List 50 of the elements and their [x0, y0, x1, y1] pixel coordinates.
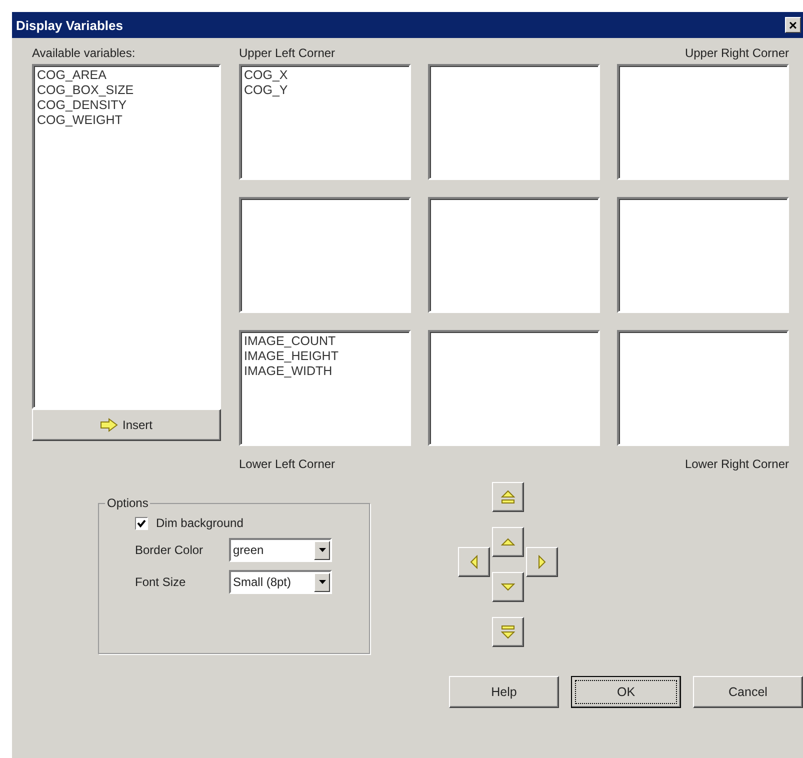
- border-color-label: Border Color: [135, 543, 204, 557]
- list-item[interactable]: COG_BOX_SIZE: [37, 83, 216, 98]
- corner-list[interactable]: [617, 64, 789, 180]
- list-item[interactable]: COG_WEIGHT: [37, 113, 216, 128]
- right-arrow-icon: [538, 555, 546, 569]
- list-item[interactable]: IMAGE_COUNT: [244, 334, 406, 349]
- font-size-dropdown[interactable]: Small (8pt): [229, 570, 332, 594]
- move-left-button[interactable]: [458, 547, 490, 577]
- left-arrow-icon: [470, 555, 478, 569]
- corner-label: Lower Right Corner: [684, 456, 789, 470]
- window-title: Display Variables: [16, 18, 123, 32]
- double-down-arrow-icon: [501, 625, 515, 639]
- corner-label: Lower Left Corner: [239, 456, 336, 470]
- corner-list[interactable]: COG_X COG_Y: [239, 64, 411, 180]
- dialog-button[interactable]: Cancel: [693, 676, 803, 708]
- insert-button[interactable]: Insert: [32, 409, 221, 441]
- list-item[interactable]: IMAGE_HEIGHT: [244, 349, 406, 364]
- variables-list[interactable]: COG_AREA COG_BOX_SIZE COG_DENSITY COG_WEIGHT: [32, 64, 221, 409]
- dialog-button[interactable]: OK: [571, 676, 681, 708]
- corner-list[interactable]: [428, 197, 600, 313]
- double-up-arrow-icon: [501, 490, 515, 504]
- corner-label: Upper Left Corner: [239, 45, 336, 62]
- down-arrow-icon: [501, 583, 515, 591]
- dialog-button[interactable]: Help: [449, 676, 559, 708]
- arrow-right-icon: [100, 418, 118, 432]
- corner-list[interactable]: [617, 197, 789, 313]
- close-button[interactable]: ×: [785, 17, 801, 33]
- font-size-label: Font Size: [135, 575, 187, 589]
- move-down-button[interactable]: [492, 572, 524, 602]
- corner-list[interactable]: [428, 330, 600, 446]
- corner-list[interactable]: [428, 64, 600, 180]
- list-item[interactable]: COG_DENSITY: [37, 98, 216, 113]
- border-color-dropdown[interactable]: green: [229, 538, 332, 562]
- options-title: Options: [106, 496, 150, 510]
- list-item[interactable]: COG_AREA: [37, 68, 216, 83]
- move-bottom-button[interactable]: [492, 617, 524, 647]
- list-item[interactable]: COG_Y: [244, 83, 406, 98]
- checkbox[interactable]: [135, 516, 148, 530]
- move-right-button[interactable]: [526, 547, 558, 577]
- available-variables-label: Available variables:: [32, 45, 136, 62]
- up-arrow-icon: [501, 538, 515, 546]
- move-top-button[interactable]: [492, 482, 524, 512]
- corner-label: Upper Right Corner: [684, 45, 789, 62]
- checkbox-label: Dim background: [156, 516, 244, 530]
- corner-list[interactable]: [617, 330, 789, 446]
- list-item[interactable]: IMAGE_WIDTH: [244, 364, 406, 379]
- list-item[interactable]: COG_X: [244, 68, 406, 83]
- move-up-button[interactable]: [492, 527, 524, 557]
- corner-list[interactable]: IMAGE_COUNT IMAGE_HEIGHT IMAGE_WIDTH: [239, 330, 411, 446]
- corner-list[interactable]: [239, 197, 411, 313]
